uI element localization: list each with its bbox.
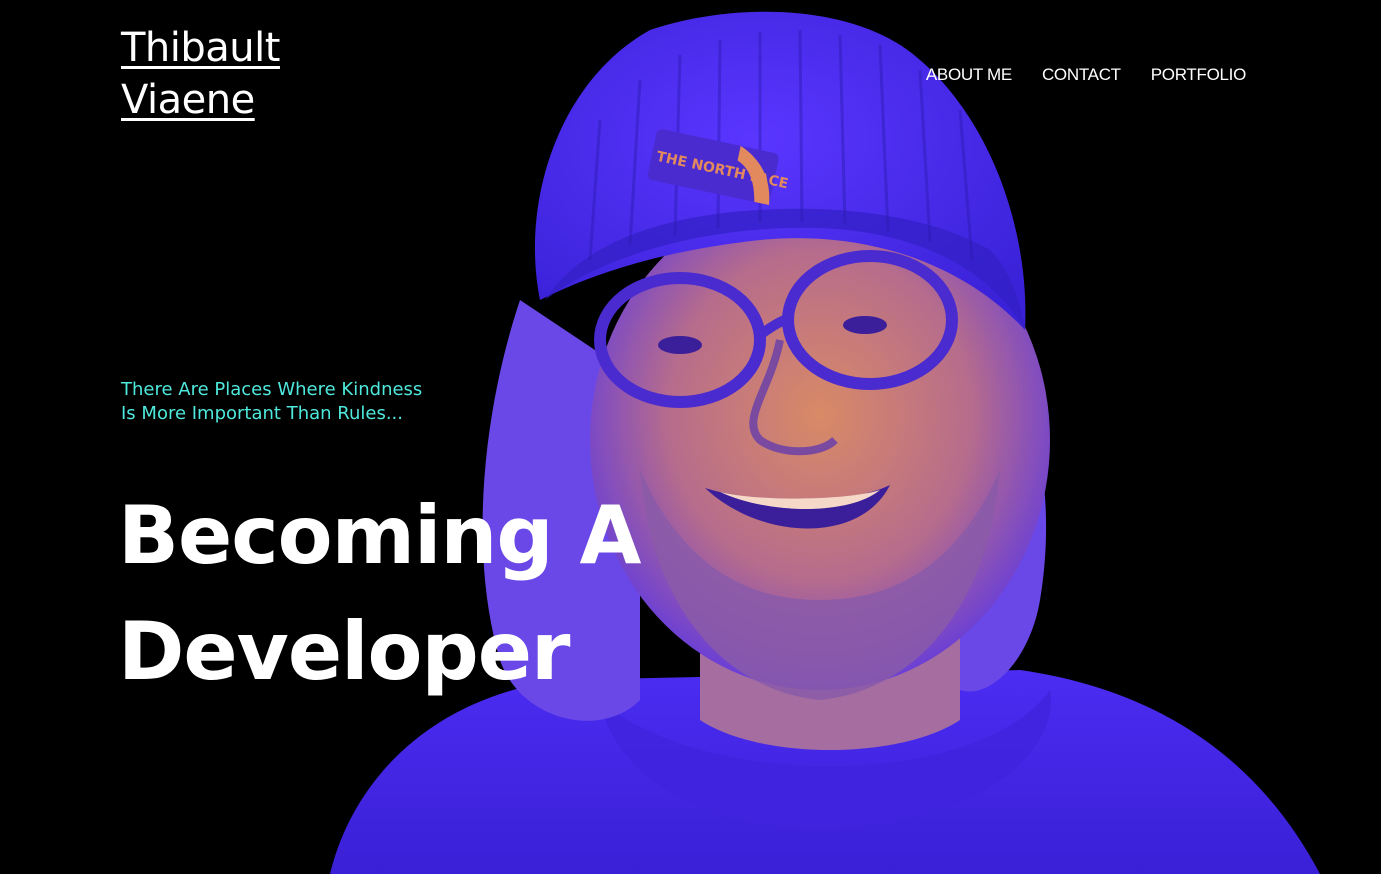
- main-nav: ABOUT ME CONTACT PORTFOLIO: [926, 64, 1246, 86]
- nav-about-me[interactable]: ABOUT ME: [926, 64, 1012, 86]
- brand-last-name: Viaene: [121, 77, 255, 123]
- nav-contact[interactable]: CONTACT: [1042, 64, 1121, 86]
- tagline-line-1: There Are Places Where Kindness: [121, 379, 423, 400]
- site-logo-link[interactable]: Thibault Viaene: [121, 22, 381, 126]
- tagline-line-2: Is More Important Than Rules...: [121, 403, 403, 424]
- landing-page: THE NORTH FACE Thibault Viaene ABOUT ME …: [0, 0, 1381, 874]
- hero-headline: Becoming A Developer: [118, 478, 758, 710]
- headline-line-1: Becoming A: [118, 489, 641, 582]
- headline-line-2: Developer: [118, 605, 570, 698]
- hero-portrait-image: THE NORTH FACE: [330, 11, 1320, 874]
- hero-tagline: There Are Places Where Kindness Is More …: [121, 378, 481, 426]
- brand-first-name: Thibault: [121, 25, 280, 71]
- nav-portfolio[interactable]: PORTFOLIO: [1151, 64, 1247, 86]
